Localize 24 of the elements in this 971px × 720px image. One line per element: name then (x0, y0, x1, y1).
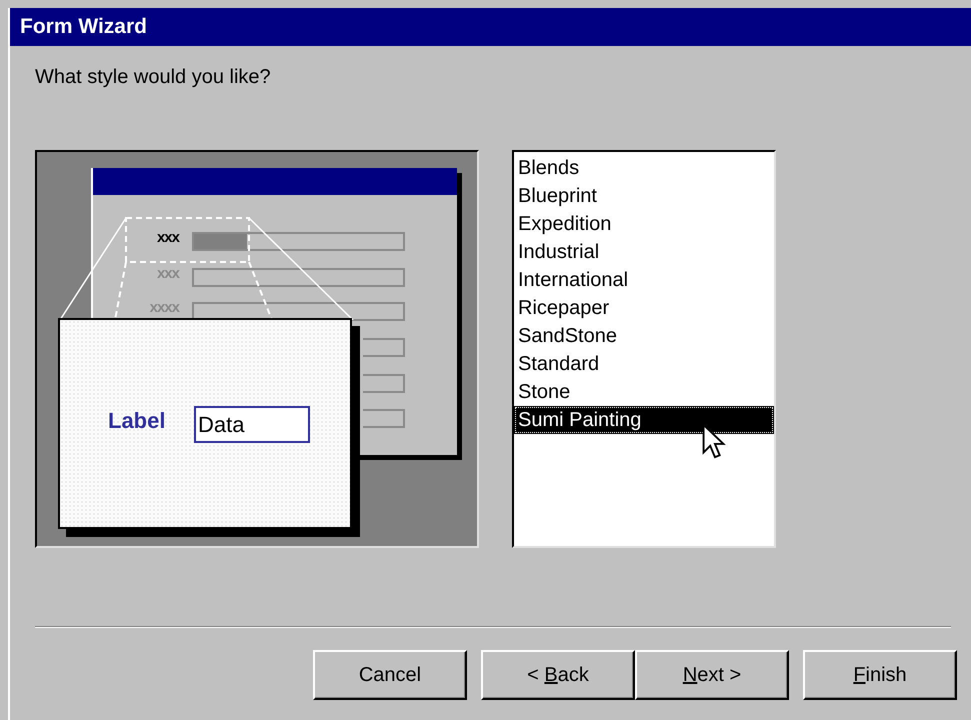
zoomed-data-field: Data (194, 406, 310, 443)
wizard-button[interactable]: Next > (635, 650, 789, 700)
style-list-item[interactable]: Standard (514, 350, 774, 378)
field-label: xxx (156, 229, 179, 246)
window-title: Form Wizard (20, 15, 147, 39)
field-box (363, 338, 405, 357)
style-list[interactable]: Blends Blueprint Expedition Industrial International Ricepaper SandStone Standard Stone Sumi Painting (512, 150, 776, 548)
style-list-item[interactable]: SandStone (514, 322, 774, 350)
field-box (363, 409, 405, 428)
style-list-item[interactable]: Expedition (514, 210, 774, 238)
prompt-text: What style would you like? (35, 65, 272, 90)
style-list-item[interactable]: Blends (514, 154, 774, 182)
wizard-button[interactable]: < Back (481, 650, 635, 700)
style-list-item[interactable]: Blueprint (514, 182, 774, 210)
style-list-item[interactable]: Stone (514, 378, 774, 406)
wizard-button[interactable]: Finish (803, 650, 957, 700)
style-list-item[interactable]: Industrial (514, 238, 774, 266)
field-box (363, 374, 405, 393)
wizard-button[interactable]: Cancel (313, 650, 467, 700)
style-list-item[interactable]: Ricepaper (514, 294, 774, 322)
style-list-item[interactable]: Sumi Painting (514, 406, 774, 434)
mouse-pointer-icon (702, 424, 726, 460)
style-list-item[interactable]: International (514, 266, 774, 294)
zoomed-label: Label (108, 408, 166, 434)
